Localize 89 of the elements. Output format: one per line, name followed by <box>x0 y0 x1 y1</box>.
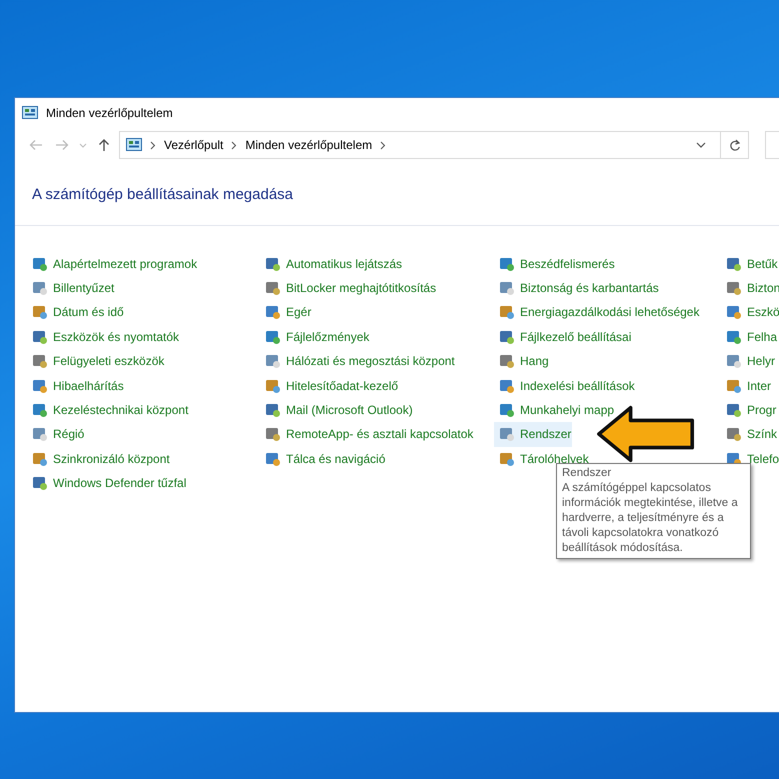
applet-icon <box>726 402 742 418</box>
control-panel-link[interactable]: Rendszer <box>494 422 572 447</box>
applet-icon <box>499 304 515 320</box>
tooltip-text: A számítógéppel kapcsolatos információk megtekintése, illetve a hardverre, a teljesítményre és a távoli kapcsolatokra vonatkozó beállítások módosítása. <box>562 480 739 556</box>
applet-icon <box>726 353 742 370</box>
applet-icon <box>726 328 742 345</box>
control-panel-link[interactable]: Indexelési beállítások <box>494 373 636 398</box>
window-title: Minden vezérlőpultelem <box>46 105 173 122</box>
applet-icon <box>726 378 742 394</box>
up-arrow-icon <box>98 138 110 152</box>
applet-icon <box>726 256 742 272</box>
applet-icon <box>499 402 515 418</box>
breadcrumb[interactable]: Minden vezérlőpultelem <box>245 136 372 154</box>
control-panel-link[interactable]: Dátum és idő <box>27 300 125 325</box>
applet-icon <box>499 378 515 394</box>
breadcrumb[interactable]: Vezérlőpult <box>164 136 224 154</box>
applet-icon <box>265 280 281 296</box>
applet-icon <box>32 426 48 442</box>
control-panel-link[interactable]: Betűk <box>721 252 779 276</box>
chevron-icon <box>380 140 386 150</box>
chevron-icon <box>150 140 156 150</box>
applet-icon <box>726 304 742 320</box>
caret-icon <box>79 142 87 148</box>
applet-icon <box>499 353 515 370</box>
applet-icon <box>265 378 281 394</box>
applet-icon <box>265 353 281 370</box>
applet-icon <box>32 328 48 345</box>
applet-icon <box>499 280 515 296</box>
refresh-button[interactable] <box>721 131 749 159</box>
control-panel-link[interactable]: Színk <box>721 422 778 447</box>
control-panel-link[interactable]: Mail (Microsoft Outlook) <box>260 398 414 422</box>
applet-icon <box>499 450 515 467</box>
applet-icon <box>499 328 515 345</box>
back-icon <box>29 139 43 151</box>
applet-icon <box>726 280 742 296</box>
applet-icon <box>32 304 48 320</box>
control-panel-link[interactable]: Felügyeleti eszközök <box>27 349 166 374</box>
chevron-icon <box>231 140 238 150</box>
control-panel-link[interactable]: RemoteApp- és asztali kapcsolatok <box>260 422 474 447</box>
control-panel-link[interactable]: Energiagazdálkodási lehetőségek <box>494 300 700 325</box>
control-panel-link[interactable]: Fájlkezelő beállításai <box>494 324 632 350</box>
control-panel-link[interactable]: Tálca és navigáció <box>260 446 386 472</box>
control-panel-link[interactable]: Hibaelhárítás <box>27 373 125 398</box>
control-panel-link[interactable]: Inter <box>721 373 772 398</box>
control-panel-link[interactable]: Hálózati és megosztási központ <box>260 349 456 374</box>
control-panel-link[interactable]: Alapértelmezett programok <box>27 252 198 276</box>
control-panel-link[interactable]: Régió <box>27 422 86 447</box>
control-panel-icon <box>22 105 38 121</box>
control-panel-link[interactable]: Fájlelőzmények <box>260 324 370 350</box>
control-panel-link[interactable]: Biztonság és karbantartás <box>494 276 660 300</box>
control-panel-link[interactable]: Egér <box>260 300 312 325</box>
applet-icon <box>32 353 48 370</box>
applet-icon <box>32 378 48 394</box>
refresh-icon <box>728 138 740 152</box>
control-panel-link[interactable]: Munkahelyi mapp <box>494 398 616 422</box>
control-panel-link[interactable]: BitLocker meghajtótitkosítás <box>260 276 438 300</box>
applet-icon <box>32 280 48 296</box>
forward-icon <box>55 139 69 151</box>
control-panel-icon <box>126 137 142 153</box>
applet-icon <box>265 450 281 467</box>
address-bar[interactable]: Vezérlőpult Minden vezérlőpultelem <box>119 131 721 159</box>
control-panel-link[interactable]: Progr <box>721 398 778 422</box>
control-panel-link[interactable]: Hang <box>494 349 550 374</box>
applet-icon <box>265 328 281 345</box>
control-panel-link[interactable]: Felha <box>721 324 778 350</box>
applet-icon <box>32 450 48 467</box>
tooltip-title: Rendszer <box>562 466 612 481</box>
applet-icon <box>265 256 281 272</box>
control-panel-link[interactable]: Billentyűzet <box>27 276 116 300</box>
control-panel-link[interactable]: Eszközök és nyomtatók <box>27 324 180 350</box>
control-panel-link[interactable]: Hitelesítőadat-kezelő <box>260 373 400 398</box>
applet-icon <box>32 475 48 492</box>
control-panel-link[interactable]: Szinkronizáló központ <box>27 446 171 472</box>
control-panel-link[interactable]: Beszédfelismerés <box>494 252 616 276</box>
applet-icon <box>265 402 281 418</box>
applet-icon <box>265 426 281 442</box>
applet-icon <box>499 426 515 442</box>
control-panel-link[interactable]: Kezeléstechnikai központ <box>27 398 190 422</box>
applet-icon <box>32 402 48 418</box>
dropdown-icon[interactable] <box>696 142 706 148</box>
control-panel-link[interactable]: Automatikus lejátszás <box>260 252 404 276</box>
page-heading: A számítógép beállításainak megadása <box>32 185 294 205</box>
applet-icon <box>499 256 515 272</box>
control-panel-link[interactable]: Helyr <box>721 349 776 374</box>
control-panel-link[interactable]: Windows Defender tűzfal <box>27 471 188 496</box>
applet-icon <box>726 426 742 442</box>
applet-icon <box>265 304 281 320</box>
control-panel-link[interactable]: Eszkö <box>721 300 779 325</box>
applet-icon <box>32 256 48 272</box>
